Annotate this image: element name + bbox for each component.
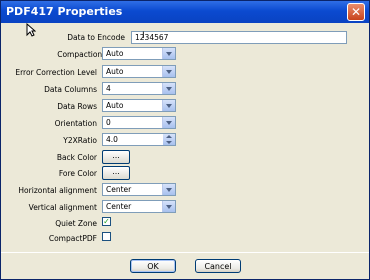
- chevron-down-icon[interactable]: [162, 66, 175, 77]
- compact-pdf-label: CompactPDF: [48, 234, 97, 243]
- data-rows-label: Data Rows: [57, 102, 97, 111]
- close-icon[interactable]: ✕: [347, 3, 365, 21]
- quiet-zone-label: Quiet Zone: [55, 219, 97, 228]
- spinner-icon[interactable]: [163, 134, 175, 145]
- fore-color-label: Fore Color: [58, 169, 97, 178]
- y2x-ratio-label: Y2XRatio: [63, 136, 97, 145]
- chevron-down-icon[interactable]: [162, 83, 175, 94]
- error-correction-select[interactable]: Auto: [102, 65, 176, 78]
- title-bar[interactable]: PDF417 Properties ✕: [1, 1, 369, 23]
- data-columns-select[interactable]: 4: [102, 82, 176, 95]
- data-to-encode-label: Data to Encode: [67, 33, 125, 42]
- data-to-encode-input[interactable]: 1234567 I: [131, 31, 347, 44]
- chevron-down-icon[interactable]: [162, 184, 175, 195]
- back-color-button[interactable]: ...: [102, 150, 130, 164]
- cancel-button[interactable]: Cancel: [195, 259, 241, 273]
- text-cursor-icon: I: [142, 31, 145, 41]
- fore-color-button[interactable]: ...: [102, 166, 130, 180]
- properties-dialog: PDF417 Properties ✕ Data to Encode 12345…: [0, 0, 370, 280]
- button-bar: OK Cancel: [1, 252, 369, 279]
- chevron-down-icon[interactable]: [162, 201, 175, 212]
- quiet-zone-checkbox[interactable]: ✓: [102, 217, 111, 226]
- horizontal-alignment-select[interactable]: Center: [102, 183, 176, 196]
- back-color-label: Back Color: [56, 153, 97, 162]
- compaction-mode-select[interactable]: Auto: [102, 47, 176, 60]
- ok-button[interactable]: OK: [130, 259, 176, 273]
- data-columns-label: Data Columns: [44, 85, 97, 94]
- checkmark-icon: ✓: [103, 217, 110, 226]
- orientation-select[interactable]: 0: [102, 116, 176, 129]
- vertical-alignment-select[interactable]: Center: [102, 200, 176, 213]
- orientation-label: Orientation: [54, 119, 97, 128]
- dialog-body: Data to Encode 1234567 I Compaction Mode…: [1, 22, 369, 279]
- chevron-down-icon[interactable]: [162, 100, 175, 111]
- compact-pdf-checkbox[interactable]: [102, 232, 111, 241]
- horizontal-alignment-label: Horizontal alignment: [18, 186, 97, 195]
- chevron-down-icon[interactable]: [162, 117, 175, 128]
- chevron-down-icon[interactable]: [162, 48, 175, 59]
- window-title: PDF417 Properties: [6, 5, 123, 18]
- data-rows-select[interactable]: Auto: [102, 99, 176, 112]
- error-correction-label: Error Correction Level: [15, 68, 97, 77]
- vertical-alignment-label: Vertical alignment: [28, 203, 97, 212]
- y2x-ratio-stepper[interactable]: 4.0: [102, 133, 176, 146]
